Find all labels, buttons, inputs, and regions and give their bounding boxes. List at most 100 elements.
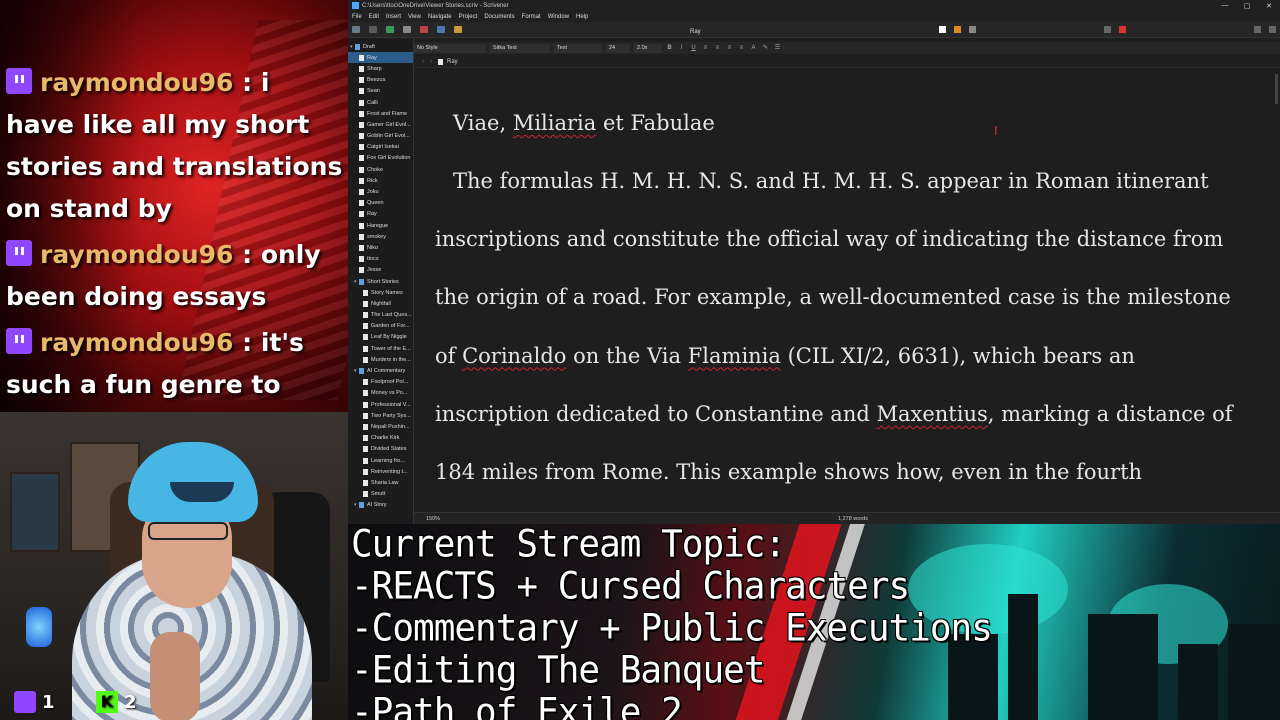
binder-item[interactable]: Divided States xyxy=(348,444,413,455)
binder-item[interactable]: Smutt xyxy=(348,489,413,500)
binder-item[interactable]: Queen xyxy=(348,198,413,209)
binder-item[interactable]: Niko xyxy=(348,242,413,253)
binder-item[interactable]: Catgirl Isekai xyxy=(348,142,413,153)
binder-item[interactable]: Beezus xyxy=(348,75,413,86)
word-count[interactable]: 1,278 words xyxy=(838,516,868,522)
binder-item[interactable]: Charlie Kirk xyxy=(348,433,413,444)
quick-reference-icon[interactable] xyxy=(1269,26,1276,33)
font-size-select[interactable]: 24 xyxy=(606,43,630,53)
binder-item[interactable]: Ray xyxy=(348,52,413,64)
binder-item[interactable]: Nepali Pushin... xyxy=(348,421,413,432)
flagged-word: Flaminia xyxy=(687,343,781,368)
menu-edit[interactable]: Edit xyxy=(369,14,379,20)
binder-item[interactable]: Foolproof Pol... xyxy=(348,377,413,388)
binder-item[interactable]: Frost and Flame xyxy=(348,108,413,119)
binder-item[interactable]: Choke xyxy=(348,164,413,175)
binder-item[interactable]: Goblin Girl Evol... xyxy=(348,131,413,142)
scrollbar-thumb[interactable] xyxy=(1275,74,1278,104)
list-icon[interactable]: ☰ xyxy=(774,45,781,52)
single-page-view-icon[interactable] xyxy=(939,26,946,33)
binder-item[interactable]: Nightfall xyxy=(348,298,413,309)
justify-icon[interactable]: ≡ xyxy=(738,45,745,52)
document-icon xyxy=(363,468,368,475)
bookmark-icon[interactable] xyxy=(1119,26,1126,33)
menu-help[interactable]: Help xyxy=(576,14,588,20)
paragraph-style-select[interactable]: No Style xyxy=(414,43,486,53)
align-right-icon[interactable]: ≡ xyxy=(726,45,733,52)
binder-item[interactable]: Haregue xyxy=(348,220,413,231)
binder-item[interactable]: Sharp xyxy=(348,63,413,74)
text-color-icon[interactable]: A xyxy=(750,45,757,52)
binder-item[interactable]: Reinventing t... xyxy=(348,466,413,477)
forward-arrow-icon[interactable]: › xyxy=(430,59,432,65)
document-heading: Viae, Miliaria et Fabulae xyxy=(435,108,1265,138)
editor-pane[interactable]: Viae, Miliaria et Fabulae The formulas H… xyxy=(414,70,1274,512)
trash-icon[interactable] xyxy=(420,26,428,33)
align-center-icon[interactable]: ≡ xyxy=(714,45,721,52)
twitch-icon xyxy=(6,328,32,354)
document-icon xyxy=(359,65,364,72)
binder-item[interactable]: Professional V... xyxy=(348,399,413,410)
binder-item-label: Sean xyxy=(367,88,380,95)
underline-button[interactable]: U xyxy=(690,45,697,52)
close-button[interactable]: ✕ xyxy=(1258,2,1280,10)
binder-item[interactable]: ttocs xyxy=(348,254,413,265)
back-arrow-icon[interactable]: ‹ xyxy=(422,59,424,65)
binder-item[interactable]: Learning fro... xyxy=(348,455,413,466)
minimize-button[interactable]: — xyxy=(1214,2,1236,10)
binder-toggle-icon[interactable] xyxy=(352,26,360,33)
outliner-icon[interactable] xyxy=(969,26,976,33)
edit-icon[interactable] xyxy=(454,26,462,33)
corkboard-icon[interactable] xyxy=(954,26,961,33)
document-icon xyxy=(359,267,364,274)
binder-item[interactable]: Story Names xyxy=(348,287,413,298)
menu-project[interactable]: Project xyxy=(459,14,478,20)
maximize-button[interactable]: ▢ xyxy=(1236,2,1258,10)
menu-view[interactable]: View xyxy=(408,14,421,20)
sync-icon[interactable] xyxy=(369,26,377,33)
font-weight-select[interactable]: Text xyxy=(554,43,602,53)
menu-insert[interactable]: Insert xyxy=(386,14,401,20)
binder-item[interactable]: The Last Ques... xyxy=(348,310,413,321)
menu-documents[interactable]: Documents xyxy=(484,14,514,20)
zoom-level[interactable]: 150% xyxy=(426,516,440,522)
menu-navigate[interactable]: Navigate xyxy=(428,14,452,20)
binder-item[interactable]: ▾ Draft xyxy=(348,41,413,52)
binder-item[interactable]: Rick xyxy=(348,175,413,186)
binder-item[interactable]: Sharia Law xyxy=(348,477,413,488)
binder-item[interactable]: ▾ AI Story xyxy=(348,500,413,511)
binder-item[interactable]: Tower of the E... xyxy=(348,343,413,354)
line-spacing-select[interactable]: 2.0x xyxy=(634,43,662,53)
document-icon xyxy=(363,423,368,430)
binder-item[interactable]: Jesse xyxy=(348,265,413,276)
binder-item[interactable]: smokey xyxy=(348,231,413,242)
binder-item[interactable]: Gamer Girl Evol... xyxy=(348,119,413,130)
highlight-icon[interactable]: ✎ xyxy=(762,45,769,52)
font-family-select[interactable]: Sitka Text xyxy=(490,43,550,53)
link-icon[interactable] xyxy=(437,26,445,33)
align-left-icon[interactable]: ≡ xyxy=(702,45,709,52)
binder-item[interactable]: Two Party Sys... xyxy=(348,410,413,421)
binder-item[interactable]: Calli xyxy=(348,97,413,108)
binder-item[interactable]: ▾ AI Commentary xyxy=(348,365,413,376)
menu-file[interactable]: File xyxy=(352,14,362,20)
binder-item[interactable]: Murders in the... xyxy=(348,354,413,365)
inspector-icon[interactable] xyxy=(1254,26,1261,33)
editor-scrollbar[interactable] xyxy=(1274,70,1280,512)
binder-item[interactable]: Ray xyxy=(348,209,413,220)
binder-item[interactable]: Leaf By Niggle xyxy=(348,332,413,343)
binder-item[interactable]: Joku xyxy=(348,186,413,197)
menu-format[interactable]: Format xyxy=(522,14,541,20)
binder-item[interactable]: Garden of For... xyxy=(348,321,413,332)
folder-icon[interactable] xyxy=(403,26,411,33)
bold-button[interactable]: B xyxy=(666,45,673,52)
share-icon[interactable] xyxy=(1104,26,1111,33)
italic-button[interactable]: I xyxy=(678,45,685,52)
binder-item[interactable]: Fox Girl Evolution xyxy=(348,153,413,164)
binder-item[interactable]: Sean xyxy=(348,86,413,97)
editor-text[interactable]: Viae, Miliaria et Fabulae The formulas H… xyxy=(435,108,1265,501)
add-icon[interactable] xyxy=(386,26,394,33)
menu-window[interactable]: Window xyxy=(548,14,569,20)
binder-item[interactable]: Money vs Po... xyxy=(348,388,413,399)
binder-item[interactable]: ▾ Short Stories xyxy=(348,276,413,287)
